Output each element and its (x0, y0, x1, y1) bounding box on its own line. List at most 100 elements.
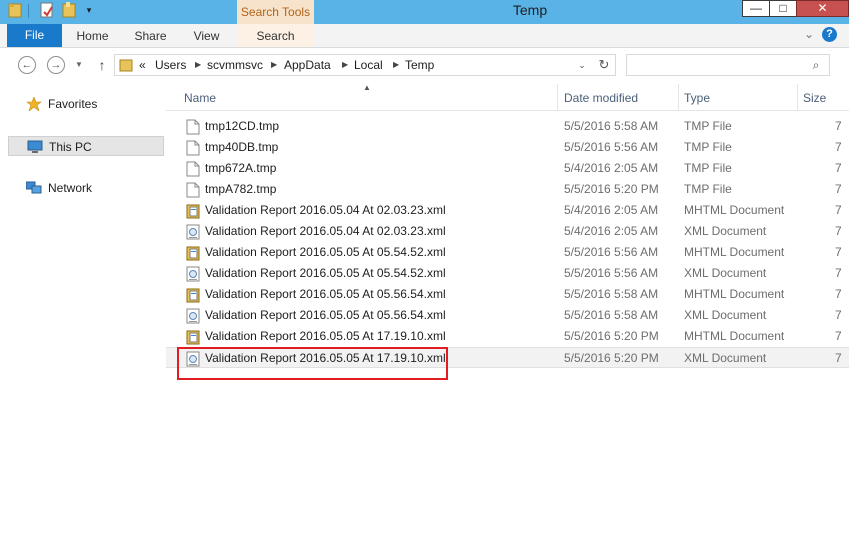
file-type: MHTML Document (684, 329, 785, 343)
file-row[interactable]: Validation Report 2016.05.04 At 02.03.23… (166, 200, 849, 221)
column-header-size[interactable]: Size (798, 84, 849, 110)
tab-file[interactable]: File (7, 24, 62, 47)
file-type: MHTML Document (684, 287, 785, 301)
file-date-modified: 5/5/2016 5:20 PM (564, 182, 659, 196)
back-arrow-icon[interactable]: ← (18, 56, 36, 74)
breadcrumb-arrow-icon[interactable]: ▶ (195, 55, 201, 75)
file-type: XML Document (684, 308, 767, 322)
tmp-file-icon (186, 119, 200, 135)
tmp-file-icon (186, 161, 200, 177)
highlight-annotation (177, 347, 448, 380)
xml-file-icon (186, 224, 200, 240)
file-type: XML Document (684, 224, 767, 238)
file-date-modified: 5/4/2016 2:05 AM (564, 224, 659, 238)
file-date-modified: 5/5/2016 5:20 PM (564, 351, 659, 365)
file-type: TMP File (684, 161, 732, 175)
minimize-button[interactable]: — (742, 0, 770, 17)
column-header-row: ▲ Name Date modified Type Size (166, 84, 849, 111)
xml-file-icon (186, 308, 200, 324)
file-size: 7 (835, 287, 842, 301)
nav-item-favorites[interactable]: Favorites (8, 94, 164, 114)
mhtml-file-icon (186, 330, 200, 345)
file-name: tmpA782.tmp (205, 182, 277, 196)
file-date-modified: 5/4/2016 2:05 AM (564, 203, 659, 217)
file-type: XML Document (684, 351, 767, 365)
tab-share[interactable]: Share (128, 24, 173, 47)
column-header-name[interactable]: Name (179, 84, 558, 110)
file-row[interactable]: Validation Report 2016.05.05 At 17.19.10… (166, 326, 849, 347)
help-icon[interactable]: ? (822, 27, 837, 42)
breadcrumb-arrow-icon[interactable]: ▶ (393, 55, 399, 75)
qat-dropdown-icon[interactable]: ▾ (84, 4, 94, 16)
file-row[interactable]: Validation Report 2016.05.05 At 05.56.54… (166, 305, 849, 326)
breadcrumb-temp[interactable]: Temp (405, 55, 434, 75)
refresh-icon[interactable]: ↻ (597, 55, 611, 75)
forward-arrow-icon[interactable]: → (47, 56, 65, 74)
breadcrumb-users[interactable]: Users (155, 55, 186, 75)
file-size: 7 (835, 266, 842, 280)
title-bar: ▾ Search Tools Temp — □ ✕ (0, 0, 849, 24)
nav-item-network[interactable]: Network (8, 178, 164, 198)
breadcrumb-scvmmsvc[interactable]: scvmmsvc (207, 55, 263, 75)
file-size: 7 (835, 182, 842, 196)
file-date-modified: 5/5/2016 5:20 PM (564, 329, 659, 343)
star-icon (26, 97, 42, 111)
breadcrumb-overflow[interactable]: « (139, 55, 146, 75)
file-size: 7 (835, 329, 842, 343)
address-row: ← → ▼ ↑ « Users ▶ scvmmsvc ▶ AppData ▶ L… (0, 48, 849, 84)
file-row[interactable]: tmp672A.tmp 5/4/2016 2:05 AM TMP File 7 (166, 158, 849, 179)
file-size: 7 (835, 161, 842, 175)
file-name: tmp40DB.tmp (205, 140, 279, 154)
search-input[interactable]: ⌕ (626, 54, 830, 76)
file-size: 7 (835, 351, 842, 365)
new-folder-icon[interactable] (62, 2, 76, 18)
breadcrumb-local[interactable]: Local (354, 55, 383, 75)
breadcrumb-arrow-icon[interactable]: ▶ (342, 55, 348, 75)
folder-icon (119, 59, 133, 72)
file-name: Validation Report 2016.05.05 At 05.56.54… (205, 287, 446, 301)
search-tools-context-title: Search Tools (237, 0, 314, 24)
window-title: Temp (512, 2, 548, 18)
properties-icon[interactable] (40, 2, 54, 18)
nav-item-label: Network (48, 181, 93, 195)
search-icon[interactable]: ⌕ (809, 58, 823, 72)
file-size: 7 (835, 119, 842, 133)
file-size: 7 (835, 203, 842, 217)
file-row[interactable]: tmp40DB.tmp 5/5/2016 5:56 AM TMP File 7 (166, 137, 849, 158)
file-date-modified: 5/5/2016 5:58 AM (564, 287, 659, 301)
up-arrow-icon[interactable]: ↑ (95, 56, 109, 74)
tab-home[interactable]: Home (70, 24, 115, 47)
close-button[interactable]: ✕ (796, 0, 849, 17)
file-row[interactable]: tmpA782.tmp 5/5/2016 5:20 PM TMP File 7 (166, 179, 849, 200)
breadcrumb-appdata[interactable]: AppData (284, 55, 331, 75)
maximize-button[interactable]: □ (769, 0, 797, 17)
file-name: Validation Report 2016.05.05 At 05.56.54… (205, 308, 446, 322)
file-row[interactable]: Validation Report 2016.05.05 At 05.54.52… (166, 242, 849, 263)
file-size: 7 (835, 224, 842, 238)
file-date-modified: 5/5/2016 5:56 AM (564, 266, 659, 280)
column-header-date-modified[interactable]: Date modified (559, 84, 679, 110)
recent-locations-dropdown-icon[interactable]: ▼ (74, 59, 84, 71)
file-row[interactable]: Validation Report 2016.05.04 At 02.03.23… (166, 221, 849, 242)
tab-search[interactable]: Search (237, 24, 314, 47)
column-header-type[interactable]: Type (679, 84, 798, 110)
file-date-modified: 5/5/2016 5:56 AM (564, 140, 659, 154)
navigation-pane: Favorites This PC Network (0, 84, 167, 407)
file-row[interactable]: tmp12CD.tmp 5/5/2016 5:58 AM TMP File 7 (166, 116, 849, 137)
file-row[interactable]: Validation Report 2016.05.05 At 05.56.54… (166, 284, 849, 305)
file-size: 7 (835, 140, 842, 154)
computer-icon (27, 140, 43, 153)
file-type: TMP File (684, 140, 732, 154)
tab-view[interactable]: View (184, 24, 229, 47)
file-type: TMP File (684, 119, 732, 133)
expand-ribbon-chevron-icon[interactable]: ⌄ (802, 27, 816, 41)
file-size: 7 (835, 308, 842, 322)
file-row[interactable]: Validation Report 2016.05.05 At 05.54.52… (166, 263, 849, 284)
address-bar[interactable]: « Users ▶ scvmmsvc ▶ AppData ▶ Local ▶ T… (114, 54, 616, 76)
breadcrumb-arrow-icon[interactable]: ▶ (271, 55, 277, 75)
folder-icon[interactable] (8, 2, 22, 18)
mhtml-file-icon (186, 246, 200, 261)
address-history-dropdown-icon[interactable]: ⌄ (576, 55, 588, 75)
file-name: tmp12CD.tmp (205, 119, 280, 133)
nav-item-this-pc[interactable]: This PC (8, 136, 164, 156)
